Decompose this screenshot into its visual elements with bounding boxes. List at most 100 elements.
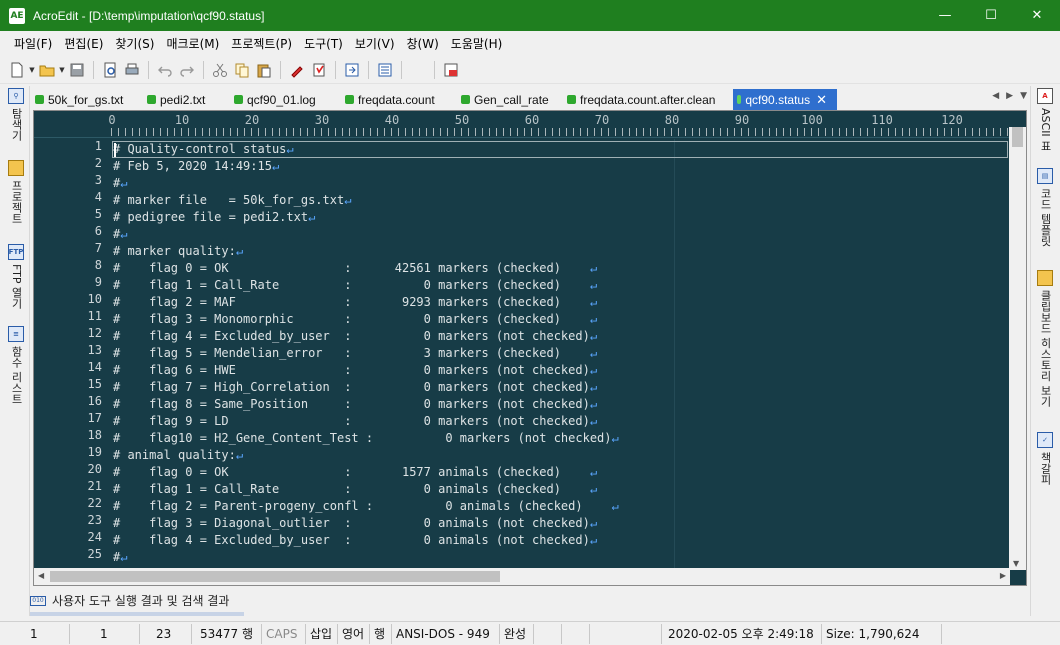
menu-find[interactable]: 찾기(S) [109,33,160,55]
eol-marker: ↵ [235,244,244,258]
menu-view[interactable]: 보기(V) [349,33,401,55]
text-caret [114,143,116,157]
close-icon[interactable]: ✕ [1014,0,1060,31]
ftp-icon: FTP [8,244,24,260]
status-total: 23 [140,623,192,644]
code-line-text: # flag 5 = Mendelian_error : 3 markers (… [113,346,590,360]
paste-icon[interactable] [255,61,273,79]
acroedit-window: AE AcroEdit - [D:\temp\imputation\qcf90.… [0,0,1060,645]
scroll-right-arrow-icon[interactable]: ▶ [1000,571,1006,580]
menu-edit[interactable]: 편집(E) [58,33,109,55]
status-datetime: 2020-02-05 오후 2:49:18 [662,623,822,644]
right-tab-bookmarks[interactable]: ✓ 책갈피 [1035,432,1055,485]
vertical-scroll-thumb[interactable] [1012,127,1023,147]
list-icon[interactable] [376,61,394,79]
right-tab-clipboard[interactable]: 클립보드 히스토리 보기 [1035,270,1055,407]
line-number: 19 [87,445,102,459]
line-number: 24 [87,530,102,544]
tab-5[interactable]: freqdata.count.after.clean [563,89,733,110]
scroll-tabs-left-icon[interactable]: ◀ [992,91,999,101]
ruler-label: 50 [454,113,470,127]
eol-marker: ↵ [120,227,128,241]
tab-label: qcf90.status [745,92,811,107]
maximize-icon[interactable]: ☐ [968,0,1014,31]
code-line-text: # flag 7 = High_Correlation : 0 markers … [113,380,590,394]
code-line-text: # marker file = 50k_for_gs.txt [113,193,345,207]
status-encoding[interactable]: ANSI-DOS - 949 [392,623,500,644]
tab-4[interactable]: Gen_call_rate [457,89,563,110]
tab-3[interactable]: freqdata.count [341,89,457,110]
vertical-scrollbar[interactable]: ▼ [1009,127,1026,570]
cut-icon[interactable] [211,61,229,79]
open-folder-icon[interactable] [38,61,56,79]
menu-tools[interactable]: 도구(T) [298,33,349,55]
ruler-label: 110 [871,113,893,127]
right-tab-code-template[interactable]: ▤ 코드 템플릿 [1035,168,1055,247]
minimize-icon[interactable]: — [922,0,968,31]
menu-window[interactable]: 창(W) [401,33,445,55]
left-tab-project[interactable]: 프로젝트 [6,160,26,224]
menu-file[interactable]: 파일(F) [8,33,58,55]
print-icon[interactable] [123,61,141,79]
open-dropdown-icon[interactable]: ▼ [58,66,66,74]
left-tab-ftp[interactable]: FTP FTP 열기 [6,244,26,309]
column-icon[interactable] [442,61,460,79]
status-size: Size: 1,790,624 [822,623,942,644]
ruler-label: 70 [594,113,610,127]
ruler-label: 40 [384,113,400,127]
status-line: 1 [0,623,70,644]
file-tab-icon [461,95,470,104]
print-preview-icon[interactable] [101,61,119,79]
right-tab-ascii[interactable]: A ASCII 표 [1035,88,1055,151]
code-template-icon: ▤ [1037,168,1053,184]
close-tab-icon[interactable]: ✕ [816,92,827,108]
new-file-dropdown-icon[interactable]: ▼ [28,66,36,74]
left-tab-explorer[interactable]: ⚲ 탐색기 [6,88,26,141]
redo-icon[interactable] [178,61,196,79]
new-file-icon[interactable] [8,61,26,79]
editor-area[interactable]: 0 10 20 30 40 50 60 70 80 90 100 110 120 1 2 3 4 5 6 7 8 9 10… [33,110,1027,586]
highlighter-icon[interactable] [288,61,306,79]
menu-macro[interactable]: 매크로(M) [160,33,225,55]
eol-marker: ↵ [589,295,598,309]
ruler-label: 60 [524,113,540,127]
right-tab-bookmarks-label: 책갈피 [1039,452,1052,485]
tab-2[interactable]: qcf90_01.log [230,89,341,110]
copy-icon[interactable] [233,61,251,79]
file-tab-icon [35,95,44,104]
tab-6[interactable]: qcf90.status ✕ [733,89,837,110]
eol-marker: ↵ [589,312,598,326]
scroll-down-arrow-icon[interactable]: ▼ [1013,559,1019,568]
menu-project[interactable]: 프로젝트(P) [225,33,298,55]
output-tab[interactable]: 010 사용자 도구 실행 결과 및 검색 결과 [30,592,229,609]
eol-marker: ↵ [589,380,598,394]
left-panel: ⚲ 탐색기 프로젝트 FTP FTP 열기 ≡ 함수 리스트 [0,86,30,616]
menu-help[interactable]: 도움말(H) [445,33,509,55]
eol-marker: ↵ [611,431,619,445]
column-ruler: 0 10 20 30 40 50 60 70 80 90 100 110 120 [34,111,1011,138]
code-text[interactable]: # Quality-control status↵ # Feb 5, 2020 1… [111,139,1011,569]
line-number: 5 [94,207,102,221]
save-icon[interactable] [68,61,86,79]
tab-1[interactable]: pedi2.txt [143,89,230,110]
output-panel: 010 사용자 도구 실행 결과 및 검색 결과 [30,590,1030,620]
scroll-left-arrow-icon[interactable]: ◀ [38,571,44,580]
undo-icon[interactable] [156,61,174,79]
blank-icon[interactable] [409,61,427,79]
code-line: # pedigree file = pedi2.txt↵ [113,209,315,226]
status-line-count: 53477 행 [192,623,262,644]
status-insert[interactable]: 삽입 [306,623,338,644]
scroll-tabs-right-icon[interactable]: ▶ [1006,91,1013,101]
horizontal-scroll-thumb[interactable] [50,571,500,582]
eol-marker: ↵ [589,363,598,377]
tab-0[interactable]: 50k_for_gs.txt [31,89,143,110]
right-tab-code-template-label: 코드 템플릿 [1039,188,1052,247]
status-bar: 1 1 23 53477 행 CAPS 삽입 영어 행 ANSI-DOS - 9… [0,621,1060,645]
bookmark-icon[interactable] [310,61,328,79]
code-line: # flag10 = H2_Gene_Content_Test : 0 mark… [113,430,619,447]
document-tabs: 50k_for_gs.txt pedi2.txt qcf90_01.log freqd… [31,88,1029,110]
horizontal-scrollbar[interactable]: ◀ ▶ [34,568,1010,585]
tab-list-icon[interactable]: ▼ [1020,91,1027,101]
left-tab-function-list[interactable]: ≡ 함수 리스트 [6,326,26,405]
goto-icon[interactable] [343,61,361,79]
